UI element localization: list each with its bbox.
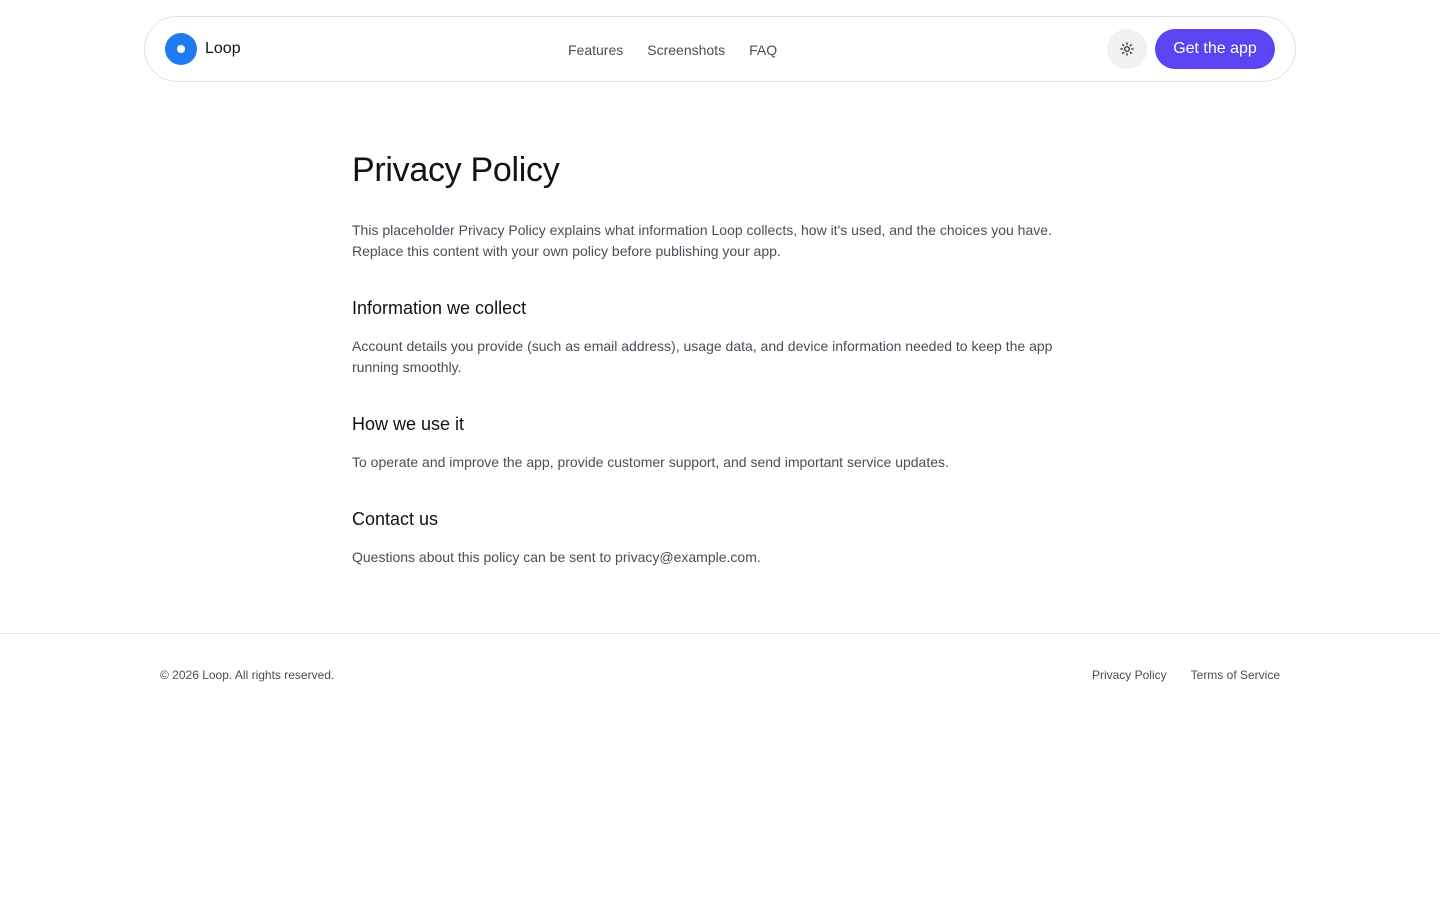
section-information-we-collect: Information we collect Account details y… <box>352 296 1088 378</box>
section-heading: How we use it <box>352 414 465 434</box>
section-body: To operate and improve the app, provide … <box>352 454 949 470</box>
nav-link-features[interactable]: Features <box>568 42 623 58</box>
brand-home-link[interactable]: Loop <box>165 33 241 65</box>
intro-paragraph: This placeholder Privacy Policy explains… <box>352 222 1052 259</box>
section-how-we-use-it: How we use it To operate and improve the… <box>352 412 1088 473</box>
sun-icon <box>1120 42 1134 56</box>
section-contact-us: Contact us Questions about this policy c… <box>352 507 1088 568</box>
footer-link-privacy-policy[interactable]: Privacy Policy <box>1092 667 1167 683</box>
section-body: Account details you provide (such as ema… <box>352 338 1053 375</box>
section-heading: Contact us <box>352 509 439 529</box>
footer-link-terms-of-service[interactable]: Terms of Service <box>1191 667 1280 683</box>
theme-toggle-button[interactable] <box>1107 29 1147 69</box>
site-footer: © 2026 Loop. All rights reserved. Privac… <box>0 633 1440 717</box>
loop-logo-icon <box>165 33 197 65</box>
footer-links: Privacy Policy Terms of Service <box>1092 667 1280 683</box>
main-nav: Features Screenshots FAQ <box>568 39 777 61</box>
brand-name: Loop <box>205 40 241 57</box>
section-body: Questions about this policy can be sent … <box>352 549 761 565</box>
nav-link-faq[interactable]: FAQ <box>749 42 777 58</box>
get-the-app-button[interactable]: Get the app <box>1155 29 1275 69</box>
section-heading: Information we collect <box>352 298 527 318</box>
page-title: Privacy Policy <box>352 151 560 189</box>
site-header: Loop Features Screenshots FAQ Get the ap… <box>144 16 1296 82</box>
nav-link-screenshots[interactable]: Screenshots <box>647 42 725 58</box>
logo-dot <box>177 45 185 53</box>
copyright-text: © 2026 Loop. All rights reserved. <box>160 668 335 682</box>
privacy-policy-article: Privacy Policy This placeholder Privacy … <box>352 148 1088 568</box>
